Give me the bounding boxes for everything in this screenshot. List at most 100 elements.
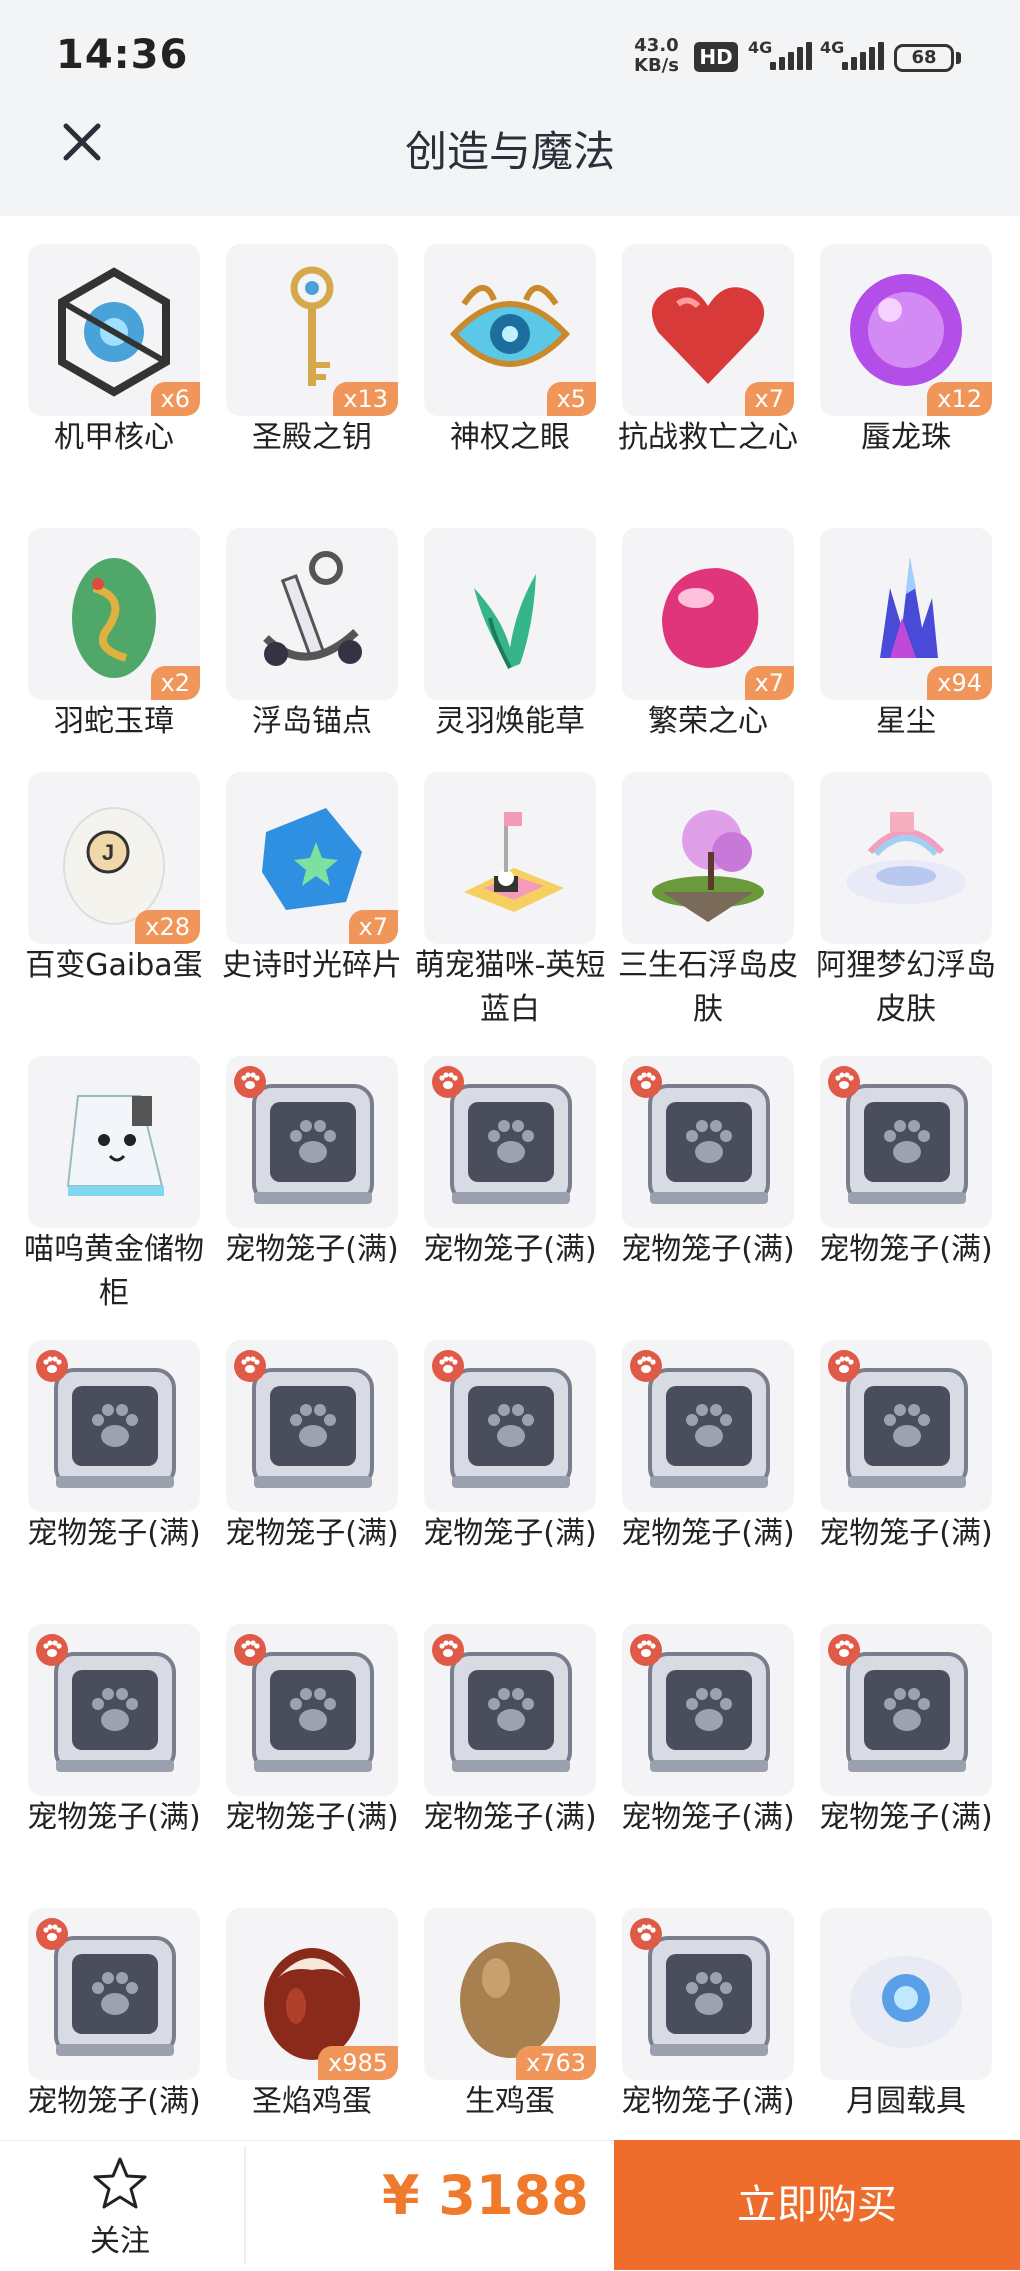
item-count-badge: x763 (515, 2046, 596, 2080)
star-icon (93, 2157, 147, 2209)
item-thumbnail: x763 (424, 1908, 596, 2080)
item-card[interactable]: 宠物笼子(满) (819, 1056, 996, 1272)
item-card[interactable]: x5 神权之眼 (424, 244, 600, 460)
item-thumbnail (226, 1056, 398, 1228)
status-time: 14:36 (56, 32, 189, 78)
item-name: 宠物笼子(满) (819, 1800, 993, 1835)
item-card[interactable]: 宠物笼子(满) (621, 1340, 798, 1556)
item-card[interactable]: x94 星尘 (820, 528, 996, 744)
item-thumbnail (28, 1908, 200, 2080)
signal-label-2: 4G (820, 38, 845, 57)
item-name: 蜃龙珠 (861, 420, 951, 455)
item-card[interactable]: 宠物笼子(满) (225, 1056, 402, 1272)
item-count-badge: x13 (333, 382, 398, 416)
item-thumbnail (820, 1908, 992, 2080)
item-card[interactable]: 宠物笼子(满) (27, 1624, 204, 1840)
item-card[interactable]: 三生石浮岛皮肤 (618, 772, 798, 1032)
buy-now-button[interactable]: 立即购买 (614, 2140, 1020, 2270)
item-thumbnail: x12 (820, 244, 992, 416)
cage-icon (630, 1066, 770, 1204)
item-name: 史诗时光碎片 (222, 948, 402, 983)
item-name: 三生石浮岛皮肤 (618, 948, 798, 1027)
item-card[interactable]: 阿狸梦幻浮岛皮肤 (816, 772, 996, 1032)
item-thumbnail (622, 1056, 794, 1228)
island-icon (652, 810, 764, 922)
item-card[interactable]: 宠物笼子(满) (819, 1624, 996, 1840)
item-card[interactable]: 宠物笼子(满) (621, 1624, 798, 1840)
item-thumbnail: x7 (622, 528, 794, 700)
item-count-badge: x12 (927, 382, 992, 416)
item-card[interactable]: x763 生鸡蛋 (424, 1908, 600, 2124)
item-thumbnail: x13 (226, 244, 398, 416)
item-card[interactable]: 月圆载具 (820, 1908, 996, 2124)
item-card[interactable]: x12 蜃龙珠 (820, 244, 996, 460)
item-name: 圣焰鸡蛋 (252, 2084, 372, 2119)
cage-icon (432, 1350, 572, 1488)
item-card[interactable]: 宠物笼子(满) (621, 1056, 798, 1272)
item-name: 喵呜黄金储物柜 (24, 1232, 204, 1311)
grass-icon (474, 574, 536, 669)
item-name: 圣殿之钥 (252, 420, 372, 455)
cage-icon (828, 1066, 968, 1204)
item-thumbnail (424, 1624, 596, 1796)
item-count-badge: x7 (348, 910, 398, 944)
item-card[interactable]: 灵羽焕能草 (424, 528, 600, 744)
item-card[interactable]: x13 圣殿之钥 (226, 244, 402, 460)
item-name: 阿狸梦幻浮岛皮肤 (816, 948, 996, 1027)
item-thumbnail: x5 (424, 244, 596, 416)
item-card[interactable]: x6 机甲核心 (28, 244, 204, 460)
signal-icon-2: 4G (820, 38, 886, 74)
item-card[interactable]: 宠物笼子(满) (621, 1908, 798, 2124)
item-card[interactable]: x985 圣焰鸡蛋 (226, 1908, 402, 2124)
cage-icon (36, 1918, 176, 2056)
item-thumbnail (226, 1340, 398, 1512)
item-name: 宠物笼子(满) (423, 1516, 597, 1551)
item-thumbnail (820, 772, 992, 944)
item-count-badge: x28 (135, 910, 200, 944)
item-card[interactable]: x2 羽蛇玉璋 (28, 528, 204, 744)
item-card[interactable]: 宠物笼子(满) (225, 1340, 402, 1556)
item-card[interactable]: 宠物笼子(满) (27, 1340, 204, 1556)
item-card[interactable]: 宠物笼子(满) (423, 1056, 600, 1272)
item-thumbnail: x7 (226, 772, 398, 944)
follow-button[interactable]: 关注 (70, 2150, 170, 2260)
item-card[interactable]: 萌宠猫咪-英短蓝白 (415, 772, 605, 1032)
cage-icon (36, 1350, 176, 1488)
item-card[interactable]: x7 繁荣之心 (622, 528, 798, 744)
network-speed-unit: KB/s (634, 55, 679, 76)
item-thumbnail: x7 (622, 244, 794, 416)
item-card[interactable]: 宠物笼子(满) (819, 1340, 996, 1556)
item-name: 月圆载具 (846, 2084, 966, 2119)
item-thumbnail: x985 (226, 1908, 398, 2080)
item-name: 宠物笼子(满) (27, 1516, 201, 1551)
item-count-badge: x7 (744, 666, 794, 700)
item-card[interactable]: 喵呜黄金储物柜 (24, 1056, 204, 1316)
item-card[interactable]: Jx28 百变Gaiba蛋 (25, 772, 204, 988)
cage-icon (36, 1634, 176, 1772)
cloud-island-icon (846, 812, 966, 904)
item-card[interactable]: 浮岛锚点 (226, 528, 402, 744)
cage-icon (234, 1066, 374, 1204)
item-name: 抗战救亡之心 (618, 420, 798, 455)
item-card[interactable]: x7 史诗时光碎片 (222, 772, 402, 988)
item-card[interactable]: 宠物笼子(满) (423, 1340, 600, 1556)
item-name: 宠物笼子(满) (27, 1800, 201, 1835)
item-card[interactable]: 宠物笼子(满) (225, 1624, 402, 1840)
item-card[interactable]: 宠物笼子(满) (27, 1908, 204, 2124)
item-card[interactable]: 宠物笼子(满) (423, 1624, 600, 1840)
item-count-badge: x94 (927, 666, 992, 700)
item-name: 宠物笼子(满) (423, 1800, 597, 1835)
item-thumbnail (226, 528, 398, 700)
cage-icon (234, 1634, 374, 1772)
item-name: 浮岛锚点 (252, 704, 372, 739)
item-thumbnail: x2 (28, 528, 200, 700)
item-name: 宠物笼子(满) (423, 1232, 597, 1267)
item-name: 宠物笼子(满) (225, 1516, 399, 1551)
item-grid: x6 机甲核心 x13 圣殿之钥 x5 神权之眼 x7 抗战救亡之心 x12 蜃龙珠 x2 羽蛇玉璋 浮… (0, 216, 1020, 2140)
item-card[interactable]: x7 抗战救亡之心 (618, 244, 798, 460)
battery-tip (956, 52, 961, 64)
cage-icon (828, 1350, 968, 1488)
cage-icon (630, 1918, 770, 2056)
anchor-icon (263, 551, 362, 666)
hd-voice-icon: HD (694, 42, 738, 72)
